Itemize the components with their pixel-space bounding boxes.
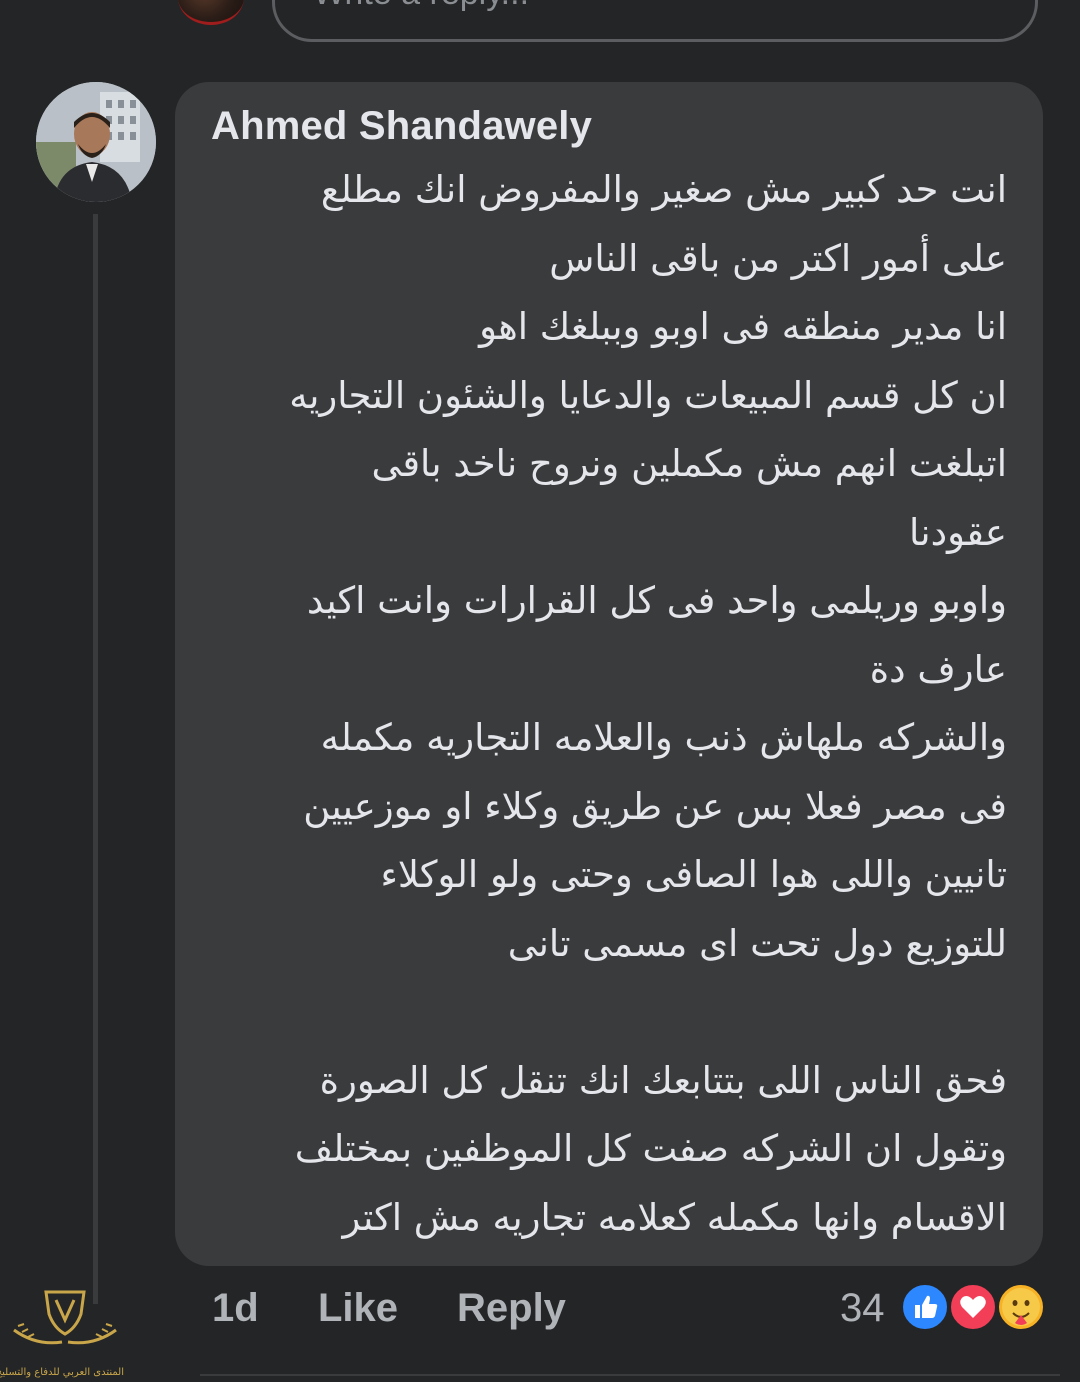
comment-line: عقودنا (909, 510, 1007, 554)
reactions-summary[interactable]: 34 (840, 1282, 1050, 1334)
comment-line: للتوزيع دول تحت اى مسمى تانى (507, 921, 1007, 965)
comment-line: واوبو وريلمى واحد فى كل القرارات وانت اك… (306, 579, 1007, 622)
current-user-avatar[interactable] (178, 0, 244, 25)
reply-placeholder: Write a reply... (313, 0, 529, 13)
comment-line: والشركه ملهاش ذنب والعلامه التجاريه مكمل… (320, 716, 1007, 759)
comment-line: عارف دة (869, 647, 1007, 691)
care-icon (996, 1282, 1046, 1332)
reaction-count: 34 (840, 1286, 885, 1330)
comment-line: انت حد كبير مش صغير والمفروض انك مطلع (320, 168, 1007, 211)
reply-button[interactable]: Reply (457, 1286, 566, 1331)
comment-line: اتبلغت انهم مش مكملين ونروح ناخد باقى (371, 442, 1007, 485)
comment-timestamp[interactable]: 1d (212, 1286, 259, 1331)
next-comment-edge (200, 1374, 1060, 1382)
love-icon (948, 1282, 998, 1332)
comment-author[interactable]: Ahmed Shandawely (211, 104, 592, 149)
comment-line: فى مصر فعلا بس عن طريق وكلاء او موزعيين (303, 784, 1007, 828)
comment-line: تانيين واللى هوا الصافى وحتى ولو الوكلاء (380, 853, 1007, 896)
comment-line: وتقول ان الشركه صفت كل الموظفين بمختلف (294, 1127, 1007, 1170)
reply-input[interactable]: Write a reply... (272, 0, 1038, 42)
comment-line: على أمور اكتر من باقى الناس (549, 236, 1007, 280)
watermark-text: المنتدى العربي للدفاع والتسليح (0, 1367, 124, 1378)
comment-line (207, 978, 1007, 1047)
comment-line: انا مدير منطقه فى اوبو وببلغك اهو (479, 305, 1007, 348)
profile-photo (36, 82, 156, 202)
comment-line: الاقسام وانها مكمله كعلامه تجاريه مش اكت… (342, 1195, 1007, 1239)
comment-text: انت حد كبير مش صغير والمفروض انك مطلع على… (207, 156, 1007, 1252)
comment-line: فحق الناس اللى بتتابعك انك تنقل كل الصور… (319, 1058, 1007, 1102)
forum-watermark: المنتدى العربي للدفاع والتسليح (0, 1284, 124, 1378)
comment-bubble: Ahmed Shandawely انت حد كبير مش صغير وال… (175, 82, 1043, 1266)
thread-line (93, 214, 98, 1304)
shield-icon (13, 1290, 117, 1345)
like-icon (900, 1282, 950, 1332)
avatar[interactable] (36, 82, 156, 202)
comment-line: ان كل قسم المبيعات والدعايا والشئون التج… (289, 373, 1007, 417)
like-button[interactable]: Like (318, 1286, 398, 1331)
